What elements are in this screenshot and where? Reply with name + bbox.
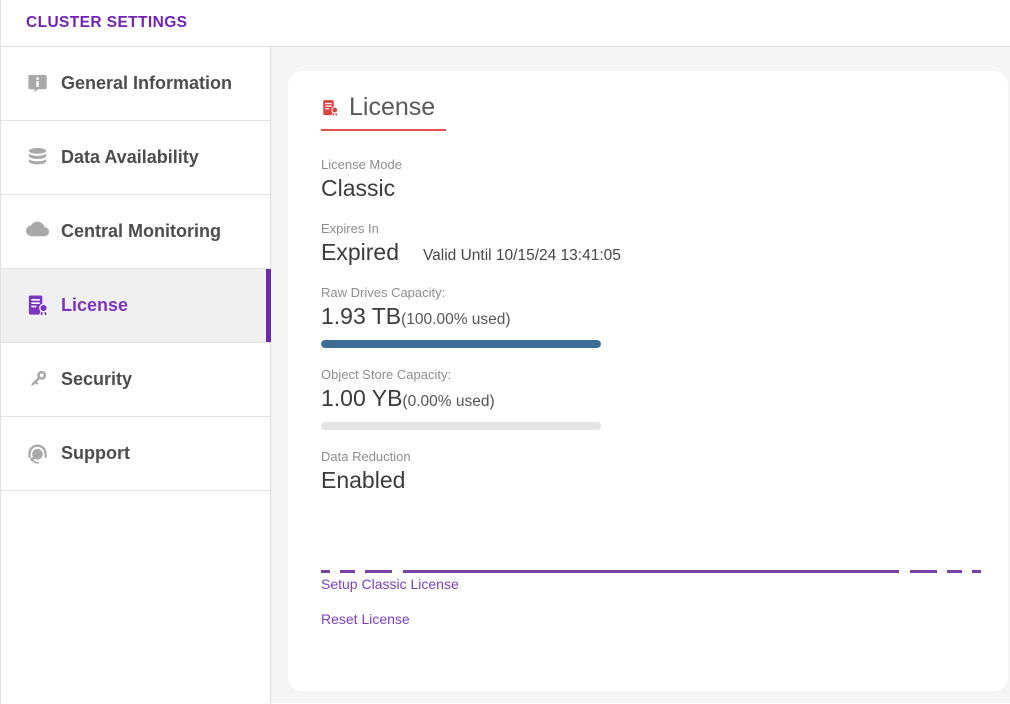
reset-license-link[interactable]: Reset License xyxy=(321,611,981,627)
field-label: License Mode xyxy=(321,157,981,172)
sidebar-item-label: Support xyxy=(61,443,130,464)
field-label: Raw Drives Capacity: xyxy=(321,285,981,300)
sidebar-item-label: Security xyxy=(61,369,132,390)
database-icon xyxy=(26,146,49,169)
license-actions: Setup Classic License Reset License xyxy=(321,576,981,627)
raw-drives-progress-fill xyxy=(321,340,601,348)
raw-drives-capacity-value: 1.93 TB xyxy=(321,303,401,330)
data-reduction-value: Enabled xyxy=(321,467,405,494)
sidebar-item-label: Central Monitoring xyxy=(61,221,221,242)
settings-sidebar: General Information Data Availability Ce… xyxy=(1,47,271,703)
raw-drives-used-percent: (100.00% used) xyxy=(401,311,510,329)
field-raw-drives-capacity: Raw Drives Capacity: 1.93 TB (100.00% us… xyxy=(321,285,981,348)
sidebar-item-support[interactable]: Support xyxy=(1,417,270,491)
field-license-mode: License Mode Classic xyxy=(321,157,981,202)
dashed-divider xyxy=(321,560,981,563)
valid-until-text: Valid Until 10/15/24 13:41:05 xyxy=(423,247,621,265)
field-expires-in: Expires In Expired Valid Until 10/15/24 … xyxy=(321,221,981,266)
cluster-settings-app: CLUSTER SETTINGS General Information Dat… xyxy=(0,0,1010,704)
object-store-used-percent: (0.00% used) xyxy=(402,393,494,411)
main-content-area: License License Mode Classic Expires In … xyxy=(271,47,1010,703)
field-label: Data Reduction xyxy=(321,449,981,464)
sidebar-item-general-information[interactable]: General Information xyxy=(1,47,270,121)
raw-drives-progress-track xyxy=(321,340,601,348)
sidebar-item-label: Data Availability xyxy=(61,147,199,168)
panel-title: License xyxy=(349,93,435,122)
field-object-store-capacity: Object Store Capacity: 1.00 YB (0.00% us… xyxy=(321,367,981,430)
sidebar-item-label: General Information xyxy=(61,73,232,94)
top-bar: CLUSTER SETTINGS xyxy=(1,0,1010,47)
object-store-progress-track xyxy=(321,422,601,430)
cloud-icon xyxy=(26,220,49,243)
license-icon xyxy=(321,98,339,118)
field-label: Object Store Capacity: xyxy=(321,367,981,382)
license-icon xyxy=(26,294,49,317)
expires-in-value: Expired xyxy=(321,239,399,266)
license-mode-value: Classic xyxy=(321,175,395,202)
object-store-capacity-value: 1.00 YB xyxy=(321,385,402,412)
setup-classic-license-link[interactable]: Setup Classic License xyxy=(321,576,981,592)
sidebar-item-label: License xyxy=(61,295,128,316)
sidebar-item-license[interactable]: License xyxy=(1,269,270,343)
headset-icon xyxy=(26,442,49,465)
title-underline xyxy=(321,129,446,131)
info-icon xyxy=(26,72,49,95)
sidebar-item-security[interactable]: Security xyxy=(1,343,270,417)
field-label: Expires In xyxy=(321,221,981,236)
page-title: CLUSTER SETTINGS xyxy=(26,14,187,32)
sidebar-item-data-availability[interactable]: Data Availability xyxy=(1,121,270,195)
license-card: License License Mode Classic Expires In … xyxy=(288,71,1008,691)
key-icon xyxy=(26,368,49,391)
license-panel-header: License xyxy=(321,93,981,122)
sidebar-item-central-monitoring[interactable]: Central Monitoring xyxy=(1,195,270,269)
field-data-reduction: Data Reduction Enabled xyxy=(321,449,981,494)
